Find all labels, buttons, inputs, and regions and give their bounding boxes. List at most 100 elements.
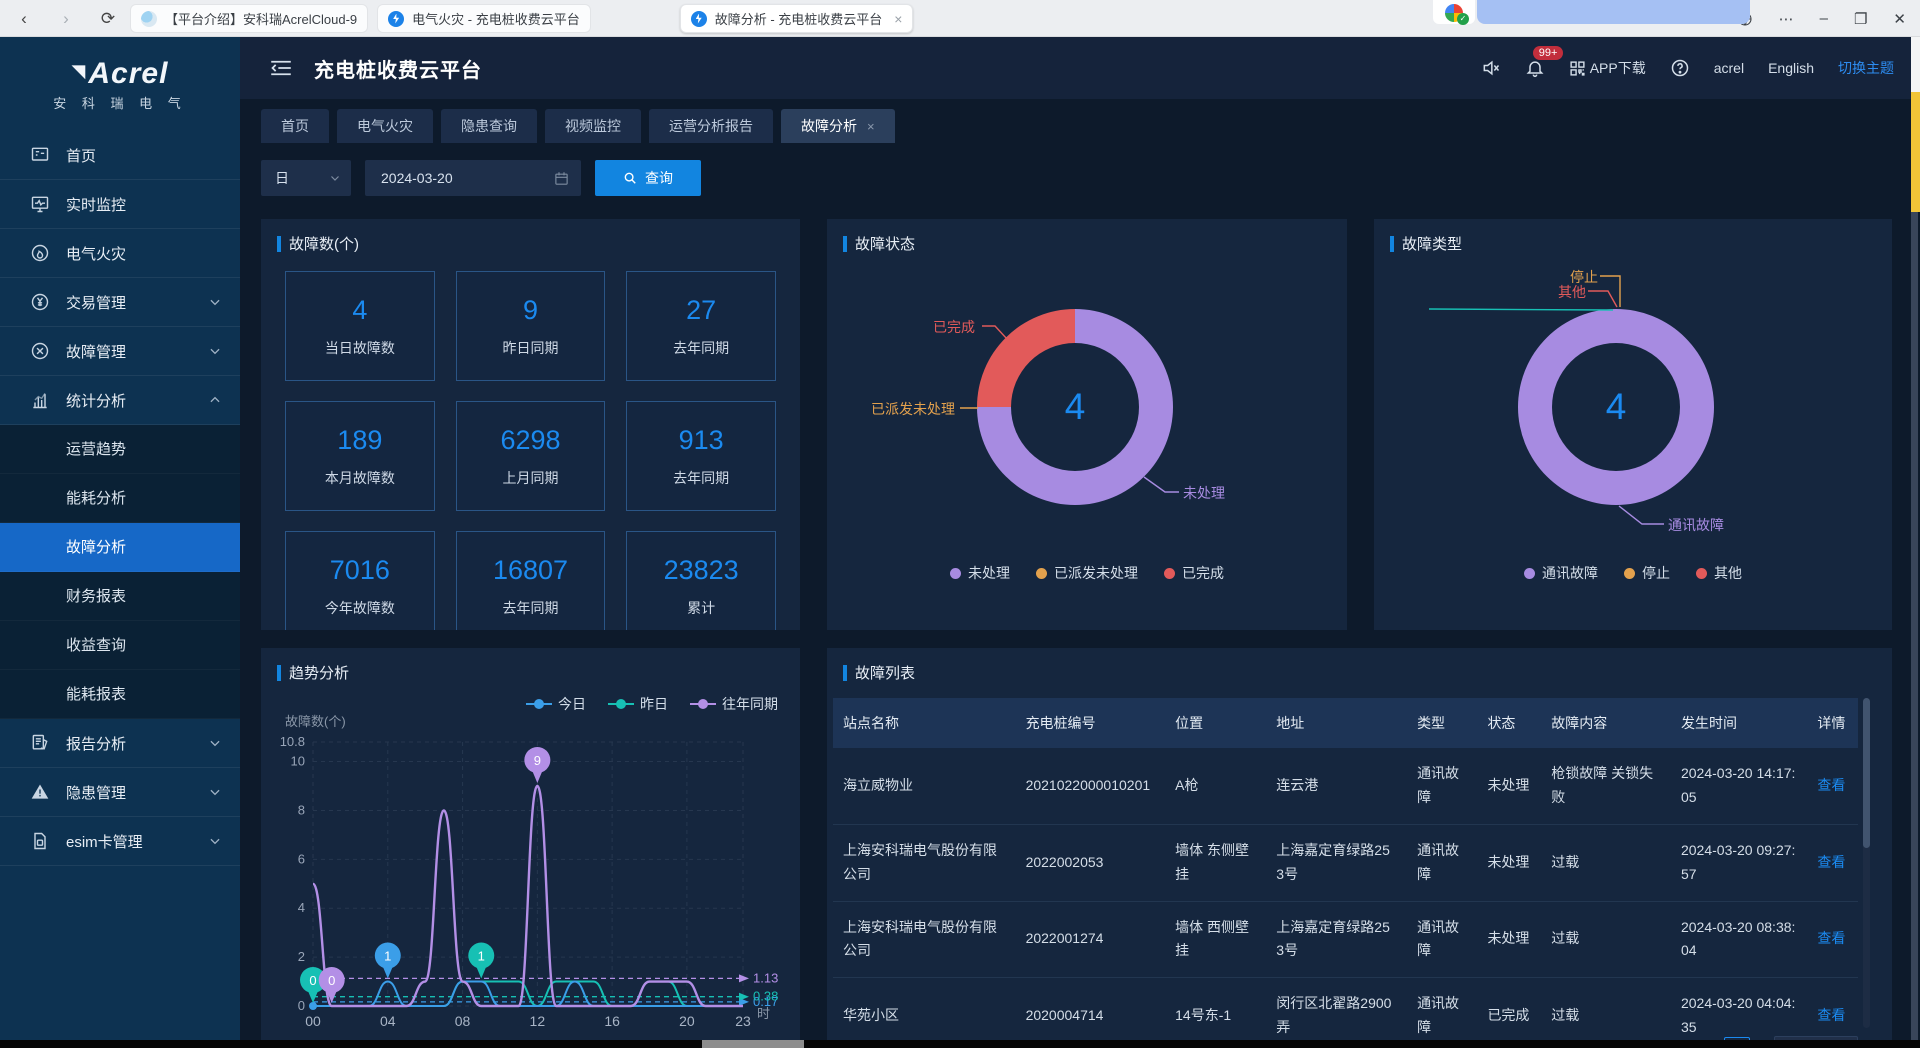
table-cell: 2021022000010201: [1016, 748, 1166, 824]
view-detail-link[interactable]: 查看: [1817, 854, 1845, 870]
page-tabstrip: 首页电气火灾隐患查询视频监控运营分析报告 故障分析 ×: [240, 99, 1920, 143]
username[interactable]: acrel: [1714, 60, 1744, 76]
sidebar-item[interactable]: 统计分析: [0, 376, 240, 425]
browser-tab[interactable]: 故障分析 - 充电桩收费云平台×: [680, 4, 914, 33]
help-icon[interactable]: [1670, 58, 1690, 78]
sidebar-subitem[interactable]: 运营趋势: [0, 425, 240, 474]
table-cell: 通讯故障: [1407, 748, 1477, 824]
page-tab[interactable]: 运营分析报告: [649, 109, 773, 143]
browser-scrollbar[interactable]: [1911, 37, 1920, 1040]
table-cell: 墙体 东侧壁挂: [1165, 824, 1266, 901]
qr-code-icon: [1569, 60, 1586, 77]
stat-card: 7016 今年故障数: [285, 531, 435, 630]
table-header-cell: 发生时间: [1671, 698, 1807, 748]
tab-close-icon[interactable]: ×: [867, 119, 875, 134]
date-input[interactable]: [381, 170, 531, 186]
browser-bar: ‹ › ⟳ 【平台介绍】安科瑞AcrelCloud-9 电气火灾 - 充电桩收费…: [0, 0, 1920, 37]
page-tab[interactable]: 电气火灾: [337, 109, 433, 143]
window-close-button[interactable]: ✕: [1893, 10, 1906, 28]
browser-tab-title: 电气火灾 - 充电桩收费云平台: [412, 9, 580, 28]
app-download-button[interactable]: APP下载: [1569, 58, 1646, 78]
tab-close-icon[interactable]: ×: [894, 11, 902, 27]
window-minimize-button[interactable]: –: [1820, 10, 1828, 27]
floating-widget[interactable]: [1433, 0, 1750, 24]
stat-card: 189 本月故障数: [285, 401, 435, 511]
sidebar-item[interactable]: 故障管理: [0, 327, 240, 376]
stat-value: 7016: [330, 555, 390, 586]
table-row: 上海安科瑞电气股份有限公司2022001274墙体 西侧壁挂上海嘉定育绿路253…: [833, 901, 1858, 978]
sidebar-item[interactable]: 电气火灾: [0, 229, 240, 278]
sidebar-collapse-icon[interactable]: [270, 60, 292, 76]
view-detail-link[interactable]: 查看: [1817, 777, 1845, 793]
brand-logo: Acrel 安 科 瑞 电 气: [0, 37, 240, 131]
stat-label: 本月故障数: [325, 468, 395, 488]
taskbar-sliver: [0, 1040, 1920, 1048]
browser-reload-button[interactable]: ⟳: [96, 9, 120, 29]
legend-label: 往年同期: [722, 694, 778, 714]
sidebar-item[interactable]: 交易管理: [0, 278, 240, 327]
browser-forward-button[interactable]: ›: [54, 9, 78, 29]
svg-text:0: 0: [309, 973, 316, 988]
sidebar-item[interactable]: 报告分析: [0, 719, 240, 768]
mute-icon[interactable]: [1481, 58, 1501, 78]
page-tab-label: 故障分析: [801, 116, 857, 136]
table-cell: 过载: [1541, 824, 1671, 901]
trend-legend-item[interactable]: 昨日: [608, 694, 668, 714]
panel-trend: 趋势分析 今日 昨日 往年同期 故障数(个)024681010.80004081…: [261, 648, 800, 1040]
view-detail-link[interactable]: 查看: [1817, 1007, 1845, 1023]
sidebar-item[interactable]: 首页: [0, 131, 240, 180]
table-cell: 2022001274: [1016, 901, 1166, 978]
view-detail-link[interactable]: 查看: [1817, 930, 1845, 946]
sidebar-subitem[interactable]: 能耗报表: [0, 670, 240, 719]
page-tab[interactable]: 首页: [261, 109, 329, 143]
sidebar-item[interactable]: 实时监控: [0, 180, 240, 229]
table-row: 海立威物业2021022000010201A枪连云港通讯故障未处理枪锁故障 关锁…: [833, 748, 1858, 824]
panel-title: 故障类型: [1390, 233, 1462, 254]
sidebar-subitem[interactable]: 能耗分析: [0, 474, 240, 523]
panel-title: 故障数(个): [277, 233, 359, 254]
notification-bell-icon[interactable]: 99+: [1525, 58, 1545, 78]
sidebar-subitem[interactable]: 收益查询: [0, 621, 240, 670]
sidebar-item[interactable]: 隐患管理: [0, 768, 240, 817]
period-select[interactable]: 日: [261, 160, 351, 196]
table-cell: 2024-03-20 04:04:35: [1671, 978, 1807, 1040]
sidebar-subitem[interactable]: 财务报表: [0, 572, 240, 621]
page-tab[interactable]: 视频监控: [545, 109, 641, 143]
trend-legend-item[interactable]: 往年同期: [690, 694, 778, 714]
table-cell: 已完成: [1477, 978, 1541, 1040]
notification-badge: 99+: [1533, 46, 1564, 60]
browser-tab[interactable]: 电气火灾 - 充电桩收费云平台: [377, 4, 591, 33]
table-header-cell: 类型: [1407, 698, 1477, 748]
browser-back-button[interactable]: ‹: [12, 9, 36, 29]
svg-text:6: 6: [298, 851, 305, 866]
sim-icon: [30, 831, 50, 851]
window-restore-button[interactable]: ❐: [1854, 10, 1867, 28]
stat-value: 189: [337, 425, 382, 456]
sidebar: Acrel 安 科 瑞 电 气 首页 实时监控 电气火灾 交易管理 故障管理 统…: [0, 37, 240, 1040]
sidebar-item-label: 电气火灾: [66, 243, 222, 264]
query-button[interactable]: 查询: [595, 160, 701, 196]
stat-label: 去年同期: [673, 468, 729, 488]
trend-legend-item[interactable]: 今日: [526, 694, 586, 714]
browser-tab[interactable]: 【平台介绍】安科瑞AcrelCloud-9: [130, 4, 368, 33]
page-tab[interactable]: 故障分析 ×: [781, 109, 895, 143]
stat-card: 23823 累计: [626, 531, 776, 630]
sidebar-subitem-active[interactable]: 故障分析: [0, 523, 240, 572]
chevron-down-icon: [208, 295, 222, 309]
date-picker[interactable]: [365, 160, 581, 196]
scrollbar-thumb[interactable]: [1911, 92, 1920, 212]
browser-more-button[interactable]: ⋯: [1779, 10, 1794, 28]
svg-text:0: 0: [328, 973, 335, 988]
trend-chart[interactable]: 故障数(个)024681010.800040812162023时0.170.38…: [267, 706, 783, 1040]
table-scrollbar[interactable]: [1863, 698, 1870, 1028]
page-tab[interactable]: 隐患查询: [441, 109, 537, 143]
sidebar-item[interactable]: esim卡管理: [0, 817, 240, 866]
table-header-cell: 位置: [1165, 698, 1266, 748]
stat-label: 今年故障数: [325, 598, 395, 618]
chevron-down-icon: [208, 785, 222, 799]
language-switch[interactable]: English: [1768, 60, 1814, 76]
theme-switch-link[interactable]: 切换主题: [1838, 58, 1894, 78]
stat-label: 上月同期: [502, 468, 558, 488]
stat-value: 9: [523, 295, 538, 326]
stat-value: 6298: [500, 425, 560, 456]
